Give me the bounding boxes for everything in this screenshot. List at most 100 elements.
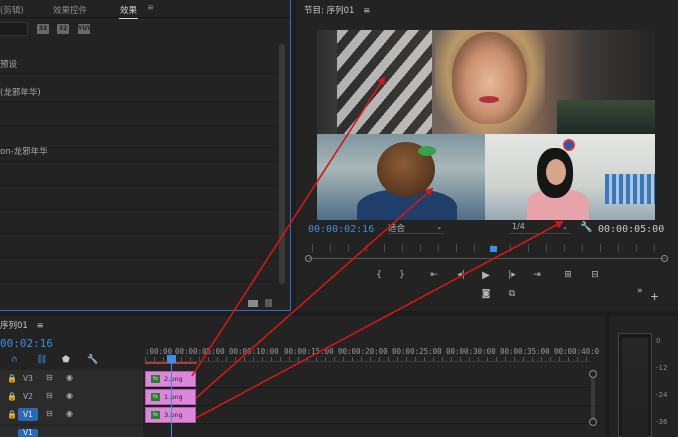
step-back-icon[interactable]: ◂| [454, 270, 468, 280]
tree-row[interactable]: on-龙邪年华 [0, 140, 276, 162]
db-label: -12 [656, 364, 668, 372]
vertical-zoom-handle-top[interactable] [589, 370, 597, 378]
tab-effect-controls[interactable]: 效果控件 [53, 4, 87, 16]
clip-name: 1.png [164, 393, 183, 401]
playback-resolution-select[interactable]: 1/4 ⌄ [510, 222, 570, 234]
db-label: 0 [656, 337, 661, 345]
audio-meter-bar [622, 338, 648, 437]
tree-row [0, 104, 276, 126]
hamburger-icon[interactable]: ≡ [147, 3, 154, 13]
tree-row[interactable]: (龙邪年华) [0, 80, 276, 102]
mark-out-icon[interactable]: } [395, 270, 409, 280]
db-label: -36 [656, 418, 668, 426]
extract-icon[interactable]: ⊟ [588, 270, 602, 280]
ruler-label: 00:00:35:00 [500, 347, 550, 356]
tree-row[interactable]: 预设 [0, 52, 276, 74]
timeline-title-text: 序列01 [0, 321, 28, 331]
timeline-vertical-scrollbar[interactable] [591, 378, 595, 420]
clip-name: 3.png [164, 411, 183, 419]
snap-icon[interactable]: ∩ [11, 355, 18, 365]
zoom-handle-left[interactable] [305, 255, 312, 262]
monitor-time-ruler[interactable] [312, 244, 662, 252]
eye-icon[interactable]: ◉ [66, 409, 73, 418]
go-to-in-icon[interactable]: ⇤ [427, 270, 441, 280]
yuv-effects-icon[interactable]: YUV [78, 24, 92, 34]
effects-search-input[interactable] [0, 22, 28, 36]
lock-icon[interactable]: 🔒 [7, 374, 17, 383]
track-row-v1: 🔒 V1 ⊟ ◉ fx 3.png [0, 406, 600, 424]
source-patch-label[interactable]: V1 [18, 429, 38, 437]
tab-effects[interactable]: 效果 [118, 4, 139, 19]
ruler-label: 00:00:20:00 [338, 347, 388, 356]
program-title-text: 节目: 序列01 [304, 6, 355, 16]
monitor-playhead[interactable] [490, 246, 497, 252]
track-name[interactable]: V1 [18, 408, 38, 421]
clip-name: 2.png [164, 375, 183, 383]
tree-row [0, 236, 276, 258]
sync-lock-icon[interactable]: ⊟ [46, 373, 53, 382]
resolution-value: 1/4 [512, 222, 525, 231]
accelerated-effects-icon[interactable]: 32 [37, 24, 49, 34]
fx-badge-icon: fx [151, 393, 160, 401]
track-name[interactable]: V2 [18, 390, 38, 403]
playhead-timecode[interactable]: 00:00:02:16 [308, 224, 374, 235]
ruler-label: 00:00:30:00 [446, 347, 496, 356]
chevron-down-icon: ⌄ [436, 223, 442, 231]
settings-wrench-icon[interactable]: 🔧 [580, 222, 592, 233]
track-row-partial: V1 [0, 426, 600, 437]
ruler-label: 00:00:05:00 [175, 347, 225, 356]
ruler-label: 00:00:10:00 [229, 347, 279, 356]
video-layer-bottom-left-image [317, 134, 485, 220]
timeline-playhead-line[interactable] [171, 363, 172, 437]
tab-clip[interactable]: (剪辑) [0, 4, 24, 16]
trash-icon[interactable] [265, 299, 272, 307]
export-frame-icon[interactable]: ◙ [479, 289, 493, 299]
eye-icon[interactable]: ◉ [66, 373, 73, 382]
play-icon[interactable]: ▶ [479, 270, 493, 281]
program-monitor-title: 节目: 序列01 ≡ [304, 4, 370, 16]
mark-in-icon[interactable]: { [372, 270, 386, 280]
timeline-title: 序列01 ≡ [0, 319, 44, 331]
new-bin-icon[interactable] [248, 300, 258, 307]
vertical-zoom-handle-bottom[interactable] [589, 418, 597, 426]
sync-lock-icon[interactable]: ⊟ [46, 391, 53, 400]
hamburger-icon[interactable]: ≡ [37, 321, 44, 331]
tree-item-preset-bin: (龙邪年华) [0, 88, 41, 98]
ruler-label: 00:00:25:00 [392, 347, 442, 356]
track-header: 🔒 V3 ⊟ ◉ [0, 370, 143, 388]
fx-badge-icon: fx [151, 375, 160, 383]
duration-timecode: 00:00:05:00 [598, 224, 665, 235]
tree-item-effect: on-龙邪年华 [0, 147, 48, 157]
zoom-handle-right[interactable] [661, 255, 668, 262]
step-forward-icon[interactable]: |▸ [505, 270, 519, 280]
timeline-playhead-handle[interactable] [167, 355, 176, 363]
go-to-out-icon[interactable]: ⇥ [530, 270, 544, 280]
linked-selection-icon[interactable]: ⛓ [36, 355, 47, 365]
effects-scrollbar[interactable] [279, 44, 285, 284]
eye-icon[interactable]: ◉ [66, 391, 73, 400]
lift-icon[interactable]: ⊞ [561, 270, 575, 280]
timeline-timecode[interactable]: 00:02:16 [0, 337, 53, 350]
zoom-fit-select[interactable]: 适合 ⌄ [388, 222, 444, 234]
track-name[interactable]: V3 [18, 372, 38, 385]
add-marker-icon[interactable]: ⬟ [62, 355, 70, 365]
tree-row [0, 164, 276, 186]
add-button[interactable]: + [650, 290, 659, 303]
comparison-view-icon[interactable]: ⧉ [505, 289, 519, 299]
zoom-fit-value: 适合 [388, 224, 406, 234]
hamburger-icon[interactable]: ≡ [363, 6, 370, 16]
video-layer-top-image [317, 30, 655, 134]
ruler-label: 00:00:15:00 [284, 347, 334, 356]
track-header: V1 [0, 426, 143, 437]
timeline-settings-wrench-icon[interactable]: 🔧 [87, 355, 98, 365]
track-header: 🔒 V1 ⊟ ◉ [0, 406, 143, 424]
video-preview [317, 30, 655, 220]
chevron-double-right-icon[interactable]: » [637, 286, 643, 296]
32bit-effects-icon[interactable]: 32 [57, 24, 69, 34]
ruler-ticks [145, 357, 591, 361]
lock-icon[interactable]: 🔒 [7, 410, 17, 419]
lock-icon[interactable]: 🔒 [7, 392, 17, 401]
db-label: -24 [656, 391, 668, 399]
sync-lock-icon[interactable]: ⊟ [46, 409, 53, 418]
zoom-scroll-bar[interactable] [308, 258, 665, 259]
